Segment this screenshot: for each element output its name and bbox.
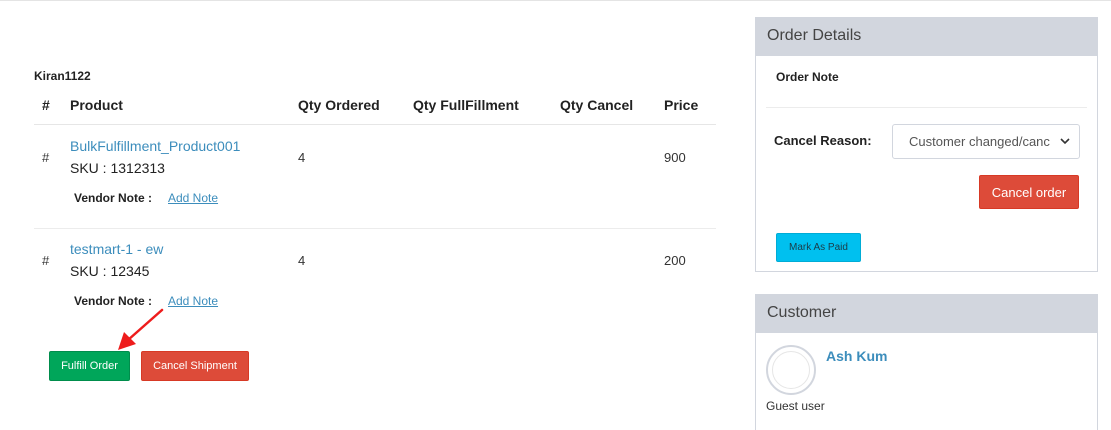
vendor-name: Kiran1122 bbox=[34, 69, 91, 83]
price: 200 bbox=[664, 253, 686, 268]
vendor-note-label: Vendor Note : bbox=[74, 191, 153, 205]
col-header-qty-ordered: Qty Ordered bbox=[298, 97, 380, 113]
cancel-reason-label: Cancel Reason: bbox=[774, 133, 872, 148]
avatar-placeholder-icon bbox=[772, 351, 810, 389]
order-details-divider bbox=[766, 107, 1087, 108]
product-link[interactable]: testmart-1 - ew bbox=[70, 241, 163, 257]
red-annotation-arrow-icon bbox=[118, 308, 164, 350]
cancel-order-button[interactable]: Cancel order bbox=[979, 175, 1079, 209]
cancel-reason-select[interactable]: Customer changed/canc bbox=[892, 124, 1080, 159]
add-note-link[interactable]: Add Note bbox=[168, 191, 218, 205]
customer-title: Customer bbox=[756, 295, 1097, 333]
customer-type: Guest user bbox=[766, 399, 825, 413]
row-divider bbox=[34, 228, 716, 229]
cancel-reason-value: Customer changed/canc bbox=[909, 134, 1050, 149]
qty-ordered: 4 bbox=[298, 253, 306, 268]
top-divider bbox=[0, 0, 1111, 1]
col-header-index: # bbox=[42, 97, 50, 113]
product-sku: SKU : 12345 bbox=[70, 263, 150, 279]
chevron-down-icon bbox=[1059, 134, 1071, 148]
add-note-link[interactable]: Add Note bbox=[168, 294, 218, 308]
product-sku: SKU : 1312313 bbox=[70, 160, 165, 176]
col-header-qty-cancel: Qty Cancel bbox=[560, 97, 634, 113]
col-header-qty-fulfillment: Qty FullFillment bbox=[413, 97, 519, 113]
order-details-box: Order Details Order Note Cancel Reason: … bbox=[755, 17, 1098, 272]
col-header-price: Price bbox=[664, 97, 699, 113]
table-header-divider bbox=[34, 124, 716, 125]
order-details-title: Order Details bbox=[756, 18, 1097, 56]
mark-as-paid-button[interactable]: Mark As Paid bbox=[776, 233, 861, 262]
row-index: # bbox=[42, 150, 50, 165]
customer-box: Customer Ash Kum Guest user bbox=[755, 294, 1098, 430]
product-link[interactable]: BulkFulfillment_Product001 bbox=[70, 138, 240, 154]
avatar bbox=[766, 345, 816, 395]
col-header-product: Product bbox=[70, 97, 123, 113]
order-note-label: Order Note bbox=[776, 70, 839, 84]
customer-name-link[interactable]: Ash Kum bbox=[826, 348, 887, 364]
qty-ordered: 4 bbox=[298, 150, 306, 165]
price: 900 bbox=[664, 150, 686, 165]
row-index: # bbox=[42, 253, 50, 268]
